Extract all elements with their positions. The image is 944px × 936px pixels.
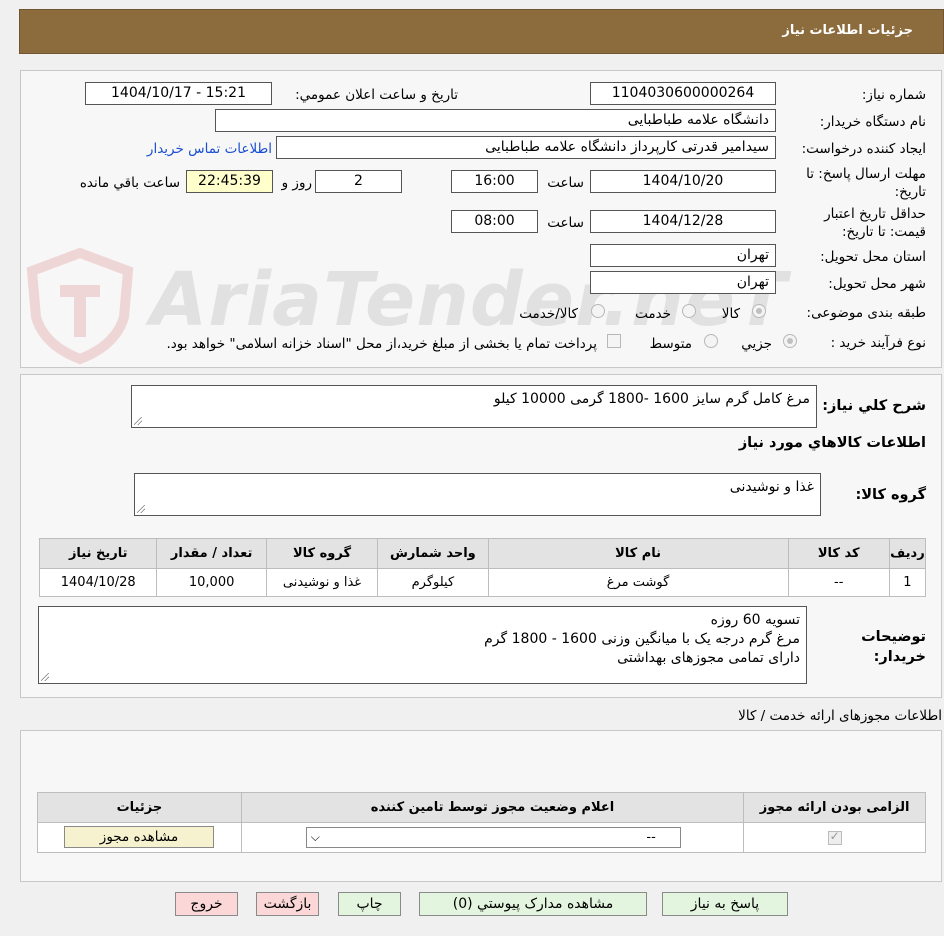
cell-goods-group: غذا و نوشیدنی	[265, 568, 379, 597]
page-title: جزئیات اطلاعات نیاز	[782, 23, 913, 38]
deadline-time-field[interactable]: 16:00	[451, 170, 538, 193]
cell-row-number: 1	[888, 568, 927, 597]
exit-button[interactable]: خروج	[175, 892, 238, 916]
summary-text-value: مرغ کامل گرم سایز 1600 -1800 گرمی 10000 …	[493, 391, 810, 407]
province-field[interactable]: تهران	[590, 244, 776, 267]
category-radio-goods-service[interactable]	[591, 304, 605, 318]
page-header: جزئیات اطلاعات نیاز	[19, 9, 944, 54]
price-validity-date-field[interactable]: 1404/12/28	[590, 210, 776, 233]
buyer-org-field[interactable]: دانشگاه علامه طباطبایی	[215, 109, 776, 132]
col-unit: واحد شمارش	[377, 538, 489, 569]
deadline-label: مهلت ارسال پاسخ: تا تاریخ:	[806, 166, 926, 200]
cell-item-code: --	[787, 568, 890, 597]
cell-need-date: 1404/10/28	[38, 568, 158, 597]
category-radio-service[interactable]	[682, 304, 696, 318]
attachments-button[interactable]: مشاهده مدارک پيوستي (0)	[419, 892, 647, 916]
process-radio-medium[interactable]	[704, 334, 718, 348]
category-label: طبقه بندی موضوعی:	[806, 305, 926, 321]
resize-grip-icon[interactable]	[134, 417, 142, 425]
permits-table: الزامی بودن ارائه مجوز اعلام وضعيت مجوز …	[37, 792, 926, 853]
treasury-payment-note: پرداخت تمام يا بخشی از مبلغ خريد،از محل …	[166, 336, 597, 352]
goods-group-field[interactable]: غذا و نوشیدنی	[134, 473, 821, 516]
buyer-notes-line: تسویه 60 روزه	[710, 612, 800, 628]
cell-item-name: گوشت مرغ	[487, 568, 789, 597]
requester-label: ايجاد کننده درخواست:	[801, 141, 926, 157]
col-need-date: تاريخ نياز	[38, 538, 158, 569]
buyer-contact-link[interactable]: اطلاعات تماس خريدار	[147, 141, 272, 157]
table-row: 1 -- گوشت مرغ کیلوگرم غذا و نوشیدنی 10,0…	[38, 568, 927, 597]
permits-table-header: الزامی بودن ارائه مجوز اعلام وضعيت مجوز …	[37, 792, 926, 823]
permits-section-title: اطلاعات مجوزهای ارائه خدمت / کالا	[738, 708, 942, 724]
buyer-notes-label: توضيحات خريدار:	[861, 629, 926, 665]
resize-grip-icon[interactable]	[137, 505, 145, 513]
checkmark-icon: ✓	[829, 828, 840, 843]
price-validity-time-label: ساعت	[547, 215, 584, 231]
deadline-date-field[interactable]: 1404/10/20	[590, 170, 776, 193]
days-remaining-field[interactable]: 2	[315, 170, 402, 193]
need-number-field[interactable]: 1104030600000264	[590, 82, 776, 105]
days-suffix-label: روز و	[281, 175, 312, 191]
summary-label: شرح کلي نياز:	[822, 398, 926, 414]
announce-datetime-label: تاریخ و ساعت اعلان عمومي:	[295, 87, 458, 103]
reply-button[interactable]: پاسخ به نياز	[662, 892, 788, 916]
process-option-medium: متوسط	[649, 336, 692, 352]
city-field[interactable]: تهران	[590, 271, 776, 294]
col-row-number: رديف	[888, 538, 927, 569]
col-permit-details: جزئيات	[37, 792, 242, 823]
summary-text[interactable]: مرغ کامل گرم سایز 1600 -1800 گرمی 10000 …	[131, 385, 817, 428]
goods-group-label: گروه کالا:	[855, 487, 926, 503]
col-item-name: نام کالا	[487, 538, 789, 569]
cell-permit-status: -- ⌵	[240, 822, 745, 853]
goods-info-title: اطلاعات کالاهاي مورد نياز	[738, 435, 926, 451]
col-quantity: تعداد / مقدار	[156, 538, 267, 569]
process-type-label: نوع فرآيند خريد :	[830, 335, 926, 351]
cell-permit-details: مشاهده مجوز	[37, 822, 242, 853]
buyer-notes-field[interactable]: تسویه 60 روزه مرغ گرم درجه یک با میانگین…	[38, 606, 807, 684]
items-table: رديف کد کالا نام کالا واحد شمارش گروه کا…	[38, 538, 927, 597]
goods-group-value: غذا و نوشیدنی	[729, 479, 814, 495]
province-label: استان محل تحويل:	[820, 249, 926, 265]
permit-required-checkbox: ✓	[827, 828, 842, 845]
col-goods-group: گروه کالا	[265, 538, 379, 569]
permit-status-select[interactable]: -- ⌵	[305, 827, 681, 848]
price-validity-time-field[interactable]: 08:00	[451, 210, 538, 233]
announce-datetime-field[interactable]: 1404/10/17 - 15:21	[85, 82, 272, 105]
permit-status-value: --	[646, 830, 656, 845]
col-permit-status: اعلام وضعيت مجوز توسط تامين کننده	[240, 792, 745, 823]
view-permit-button[interactable]: مشاهده مجوز	[64, 826, 214, 848]
category-option-goods: کالا	[721, 306, 740, 322]
buyer-org-label: نام دستگاه خريدار:	[819, 114, 926, 130]
table-row: ✓ -- ⌵ مشاهده مجوز	[37, 822, 926, 853]
remaining-time-label: ساعت باقي مانده	[79, 175, 180, 191]
print-button[interactable]: چاپ	[338, 892, 401, 916]
col-permit-required: الزامی بودن ارائه مجوز	[743, 792, 926, 823]
category-option-goods-service: کالا/خدمت	[519, 306, 578, 322]
items-table-header: رديف کد کالا نام کالا واحد شمارش گروه کا…	[38, 538, 927, 569]
chevron-down-icon: ⌵	[310, 830, 320, 844]
deadline-time-label: ساعت	[547, 175, 584, 191]
category-radio-goods[interactable]	[752, 304, 766, 318]
cell-quantity: 10,000	[156, 568, 267, 597]
treasury-payment-checkbox[interactable]	[607, 334, 621, 348]
buyer-notes-line: مرغ گرم درجه یک با میانگین وزنی 1600 - 1…	[484, 631, 800, 647]
col-item-code: کد کالا	[787, 538, 890, 569]
remaining-time-field: 22:45:39	[186, 170, 273, 193]
price-validity-label: حداقل تاريخ اعتبار قيمت: تا تاريخ:	[824, 206, 926, 240]
process-option-minor: جزيي	[741, 336, 772, 352]
need-number-label: شماره نیاز:	[861, 87, 926, 103]
buyer-notes-line: دارای تمامی مجوزهای بهداشتی	[617, 650, 800, 666]
city-label: شهر محل تحويل:	[828, 276, 926, 292]
requester-field[interactable]: سیدامیر قدرتی کارپرداز دانشگاه علامه طبا…	[276, 136, 776, 159]
resize-grip-icon[interactable]	[41, 673, 49, 681]
back-button[interactable]: بازگشت	[256, 892, 319, 916]
cell-permit-required: ✓	[743, 822, 926, 853]
cell-unit: کیلوگرم	[377, 568, 489, 597]
category-option-service: خدمت	[635, 306, 671, 322]
process-radio-minor[interactable]	[783, 334, 797, 348]
